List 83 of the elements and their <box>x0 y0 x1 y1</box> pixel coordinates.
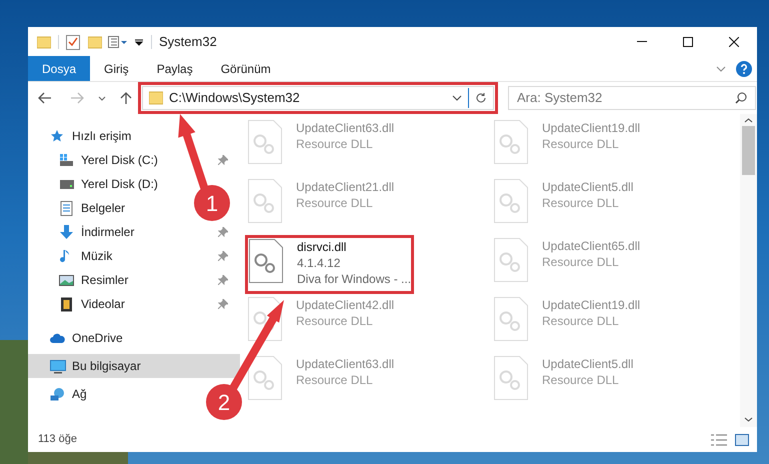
pin-icon[interactable] <box>218 227 228 237</box>
sidebar-item[interactable]: Müzik <box>59 244 112 268</box>
back-arrow-icon[interactable] <box>38 92 52 104</box>
file-detail: Resource DLL <box>542 372 620 388</box>
network-icon <box>50 386 66 402</box>
minimize-icon <box>637 41 647 42</box>
sidebar-item[interactable]: Videolar <box>59 292 125 316</box>
document-icon <box>59 200 75 216</box>
file-detail: Resource DLL <box>542 195 620 211</box>
file-detail: Diva for Windows - ... <box>297 271 412 287</box>
pin-icon[interactable] <box>218 299 228 309</box>
file-detail: Resource DLL <box>296 372 374 388</box>
dll-file-icon <box>248 120 282 164</box>
search-field[interactable]: Ara: System32 <box>508 86 756 110</box>
folder-icon <box>149 91 163 105</box>
view-options-icon[interactable] <box>108 34 130 48</box>
video-icon <box>59 296 75 312</box>
dll-file-icon <box>248 179 282 223</box>
refresh-icon[interactable] <box>475 92 487 104</box>
file-name: UpdateClient21.dll <box>296 179 394 195</box>
window-title: System32 <box>159 32 217 51</box>
scroll-up-icon[interactable] <box>744 118 753 123</box>
file-name: UpdateClient19.dll <box>542 120 640 136</box>
file-name: UpdateClient65.dll <box>542 238 640 254</box>
computer-icon <box>50 358 66 374</box>
scroll-down-icon[interactable] <box>744 417 753 422</box>
chevron-down-icon[interactable] <box>98 96 106 100</box>
file-item[interactable]: disrvci.dll 4.1.4.12 Diva for Windows - ... <box>245 235 414 294</box>
dll-file-icon <box>494 238 528 282</box>
sidebar-item[interactable]: OneDrive <box>50 326 123 350</box>
picture-icon <box>59 272 75 288</box>
pin-icon[interactable] <box>218 155 228 165</box>
large-icons-view-icon[interactable] <box>735 434 749 446</box>
file-name: UpdateClient63.dll <box>296 356 394 372</box>
file-detail: Resource DLL <box>296 136 374 152</box>
customize-toolbar-icon[interactable] <box>134 36 144 46</box>
ribbon-tab[interactable]: Dosya <box>28 56 90 81</box>
file-detail: Resource DLL <box>542 254 620 270</box>
file-name: UpdateClient42.dll <box>296 297 394 313</box>
file-name: UpdateClient19.dll <box>542 297 640 313</box>
sidebar-item[interactable]: Yerel Disk (D:) <box>59 172 158 196</box>
download-icon <box>59 224 75 240</box>
dll-file-icon <box>494 297 528 341</box>
ribbon-tab[interactable]: Görünüm <box>206 56 285 81</box>
file-name: UpdateClient5.dll <box>542 356 634 372</box>
file-detail: Resource DLL <box>296 195 374 211</box>
details-view-icon[interactable] <box>711 434 727 446</box>
dll-file-icon <box>494 356 528 400</box>
dll-file-icon <box>248 356 282 400</box>
sidebar-item[interactable]: Ağ <box>50 382 87 406</box>
up-arrow-icon[interactable] <box>120 91 132 105</box>
scrollbar[interactable] <box>740 114 757 427</box>
item-count: 113 öğe <box>38 432 77 448</box>
sidebar-item[interactable]: Resimler <box>59 268 128 292</box>
file-detail: Resource DLL <box>542 136 620 152</box>
file-name: disrvci.dll <box>297 239 348 255</box>
dll-file-icon <box>494 120 528 164</box>
close-icon <box>729 36 739 46</box>
file-name: UpdateClient63.dll <box>296 120 394 136</box>
search-input[interactable]: Ara: System32 <box>517 88 735 108</box>
sidebar-item[interactable]: Bu bilgisayar <box>28 354 240 378</box>
sidebar-item[interactable]: Belgeler <box>59 196 126 220</box>
pin-icon[interactable] <box>218 275 228 285</box>
pin-icon[interactable] <box>218 251 228 261</box>
help-icon[interactable] <box>736 60 752 76</box>
maximize-icon <box>683 36 693 46</box>
drive-c-icon <box>59 152 75 168</box>
file-name: UpdateClient5.dll <box>542 179 634 195</box>
dll-file-icon <box>249 239 283 283</box>
sidebar-item[interactable]: Yerel Disk (C:) <box>59 148 158 172</box>
sidebar-item[interactable]: Hızlı erişim <box>50 124 132 148</box>
search-icon <box>735 92 747 104</box>
file-detail: Resource DLL <box>296 313 374 329</box>
chevron-down-icon[interactable] <box>452 95 462 101</box>
ribbon-tab[interactable]: Paylaş <box>142 56 207 81</box>
ribbon-tab[interactable]: Giriş <box>90 56 143 81</box>
file-detail: Resource DLL <box>542 313 620 329</box>
address-path: C:\Windows\System32 <box>169 89 300 108</box>
sidebar-item[interactable]: İndirmeler <box>59 220 134 244</box>
properties-icon[interactable] <box>66 34 80 50</box>
dll-file-icon <box>494 179 528 223</box>
file-detail: 4.1.4.12 <box>297 255 342 271</box>
scroll-thumb[interactable] <box>742 126 755 175</box>
